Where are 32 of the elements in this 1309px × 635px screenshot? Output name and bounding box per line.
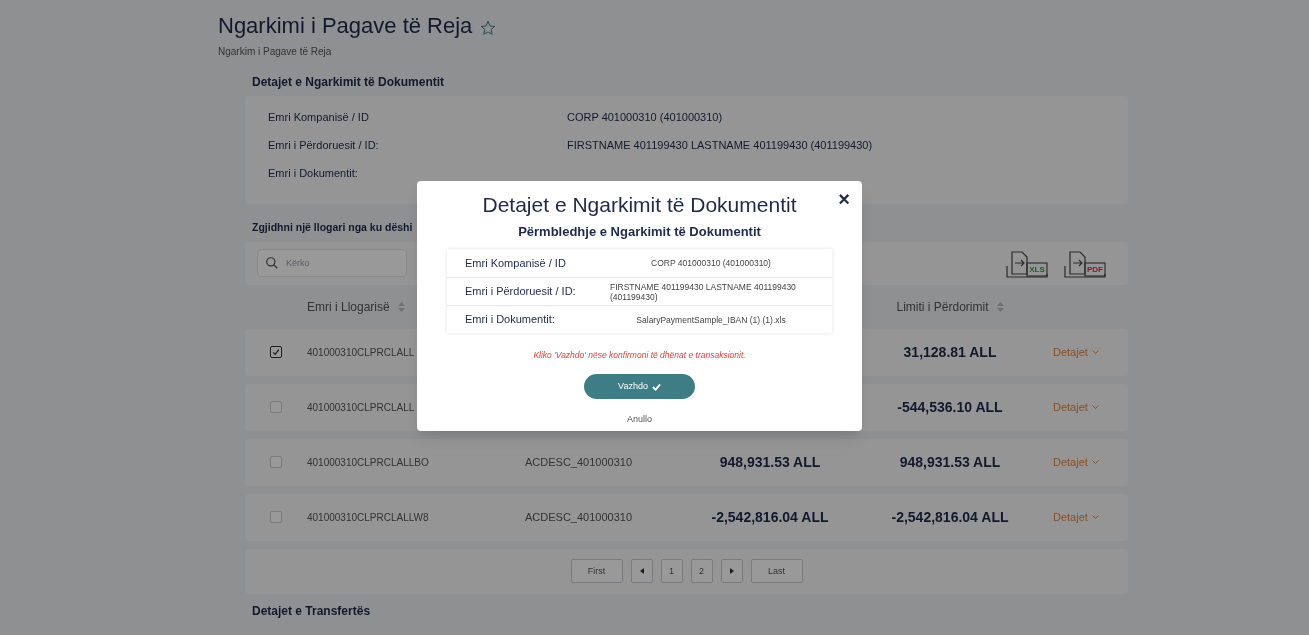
- section-heading: Zgjidhni një llogari nga ku dëshi: [252, 220, 413, 235]
- account-name: 401000310CLPRCLALL: [307, 345, 415, 360]
- section-heading: Detajet e Transfertës: [252, 602, 372, 620]
- dialog-subtitle: Përmbledhje e Ngarkimit të Dokumentit: [518, 224, 761, 239]
- section-heading: Detajet e Ngarkimit të Dokumentit: [252, 74, 446, 91]
- field-value: FIRSTNAME 401199430 LASTNAME 401199430 (401199430): [610, 281, 797, 302]
- account-name: 401000310CLPRCLALLBO: [307, 455, 429, 470]
- export-format-label: PDF: [1086, 265, 1104, 275]
- field-label: Emri Kompanisë / ID: [268, 110, 370, 125]
- account-name: 401000310CLPRCLALL: [307, 400, 415, 415]
- table-cell-text: ACDESC_401000310: [525, 510, 634, 525]
- field-label: Emri i Dokumentit:: [465, 312, 556, 328]
- field-label: Emri i Përdoruesit / ID:: [268, 138, 380, 153]
- amount: -2,542,816.04 ALL: [711, 507, 829, 527]
- field-label: Emri i Përdoruesit / ID:: [465, 284, 577, 300]
- table-cell-text: ACDESC_401000310: [525, 455, 634, 470]
- field-value: CORP 401000310 (401000310): [567, 110, 724, 125]
- amount: 948,931.53 ALL: [719, 452, 821, 472]
- amount: 948,931.53 ALL: [899, 452, 1001, 472]
- account-name: 401000310CLPRCLALLW8: [307, 510, 429, 525]
- field-value: CORP 401000310 (401000310): [651, 258, 771, 268]
- amount: -2,542,816.04 ALL: [891, 507, 1009, 527]
- field-value: FIRSTNAME 401199430 LASTNAME 401199430 (401199430): [567, 138, 874, 153]
- confirmation-note: Kliko 'Vazhdo' nëse konfirmoni të dhënat e transaksionit.: [533, 350, 746, 360]
- field-value: SalaryPaymentSample_IBAN (1) (1).xls: [636, 314, 786, 325]
- page-title: Ngarkimi i Pagave të Reja: [218, 12, 473, 40]
- export-format-label: XLS: [1028, 265, 1046, 275]
- field-label: Emri i Dokumentit:: [268, 166, 359, 181]
- amount: -544,536.10 ALL: [897, 397, 1003, 417]
- field-label: Emri Kompanisë / ID: [465, 255, 567, 271]
- dialog-title: Detajet e Ngarkimit të Dokumentit: [482, 192, 797, 218]
- amount: 31,128.81 ALL: [903, 342, 997, 362]
